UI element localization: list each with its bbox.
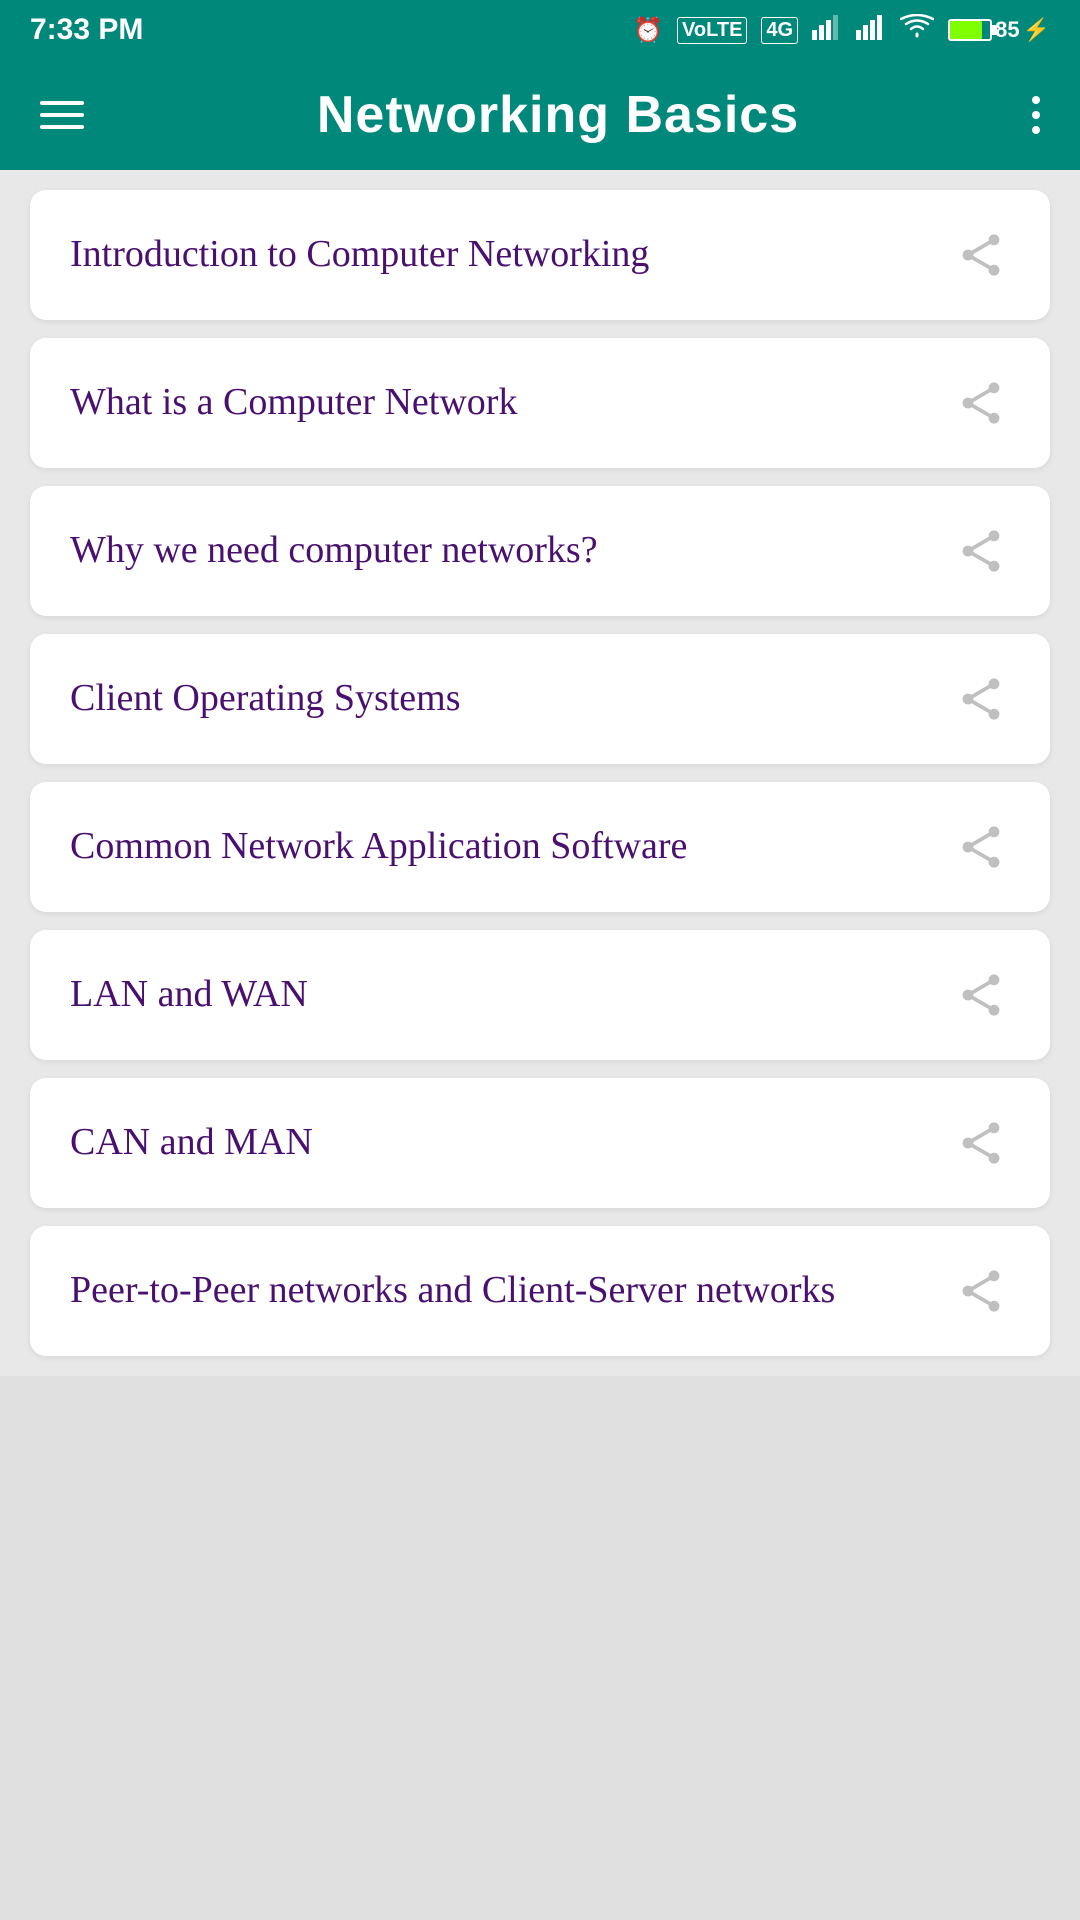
list-item[interactable]: What is a Computer Network xyxy=(30,338,1050,468)
menu-button[interactable] xyxy=(40,101,84,129)
list-item-label: Why we need computer networks? xyxy=(70,525,952,576)
app-header: Networking Basics xyxy=(0,60,1080,170)
list-item-label: What is a Computer Network xyxy=(70,377,952,428)
list-item-label: Introduction to Computer Networking xyxy=(70,229,952,280)
alarm-icon: ⏰ xyxy=(633,16,663,45)
4g-icon: 4G xyxy=(761,17,798,44)
wifi-icon xyxy=(900,14,934,47)
list-item[interactable]: Peer-to-Peer networks and Client-Server … xyxy=(30,1226,1050,1356)
status-time: 7:33 PM xyxy=(30,13,143,47)
arrow-icon xyxy=(952,670,1010,728)
arrow-icon xyxy=(952,1114,1010,1172)
volte-icon: VoLTE xyxy=(677,17,747,44)
arrow-icon xyxy=(952,966,1010,1024)
arrow-icon xyxy=(952,818,1010,876)
list-item-label: Peer-to-Peer networks and Client-Server … xyxy=(70,1265,952,1316)
list-item[interactable]: Introduction to Computer Networking xyxy=(30,190,1050,320)
content-list: Introduction to Computer Networking What… xyxy=(0,170,1080,1376)
status-icons: ⏰ VoLTE 4G xyxy=(633,14,1050,47)
arrow-icon xyxy=(952,522,1010,580)
list-item[interactable]: CAN and MAN xyxy=(30,1078,1050,1208)
more-options-button[interactable] xyxy=(1032,96,1040,134)
list-item[interactable]: Why we need computer networks? xyxy=(30,486,1050,616)
status-bar: 7:33 PM ⏰ VoLTE 4G xyxy=(0,0,1080,60)
list-item[interactable]: LAN and WAN xyxy=(30,930,1050,1060)
list-item-label: Common Network Application Software xyxy=(70,821,952,872)
list-item-label: Client Operating Systems xyxy=(70,673,952,724)
arrow-icon xyxy=(952,1262,1010,1320)
app-title: Networking Basics xyxy=(317,85,799,145)
list-item[interactable]: Client Operating Systems xyxy=(30,634,1050,764)
signal-icon-2 xyxy=(856,14,886,47)
arrow-icon xyxy=(952,226,1010,284)
arrow-icon xyxy=(952,374,1010,432)
list-item-label: LAN and WAN xyxy=(70,969,952,1020)
list-item-label: CAN and MAN xyxy=(70,1117,952,1168)
list-item[interactable]: Common Network Application Software xyxy=(30,782,1050,912)
signal-icon-1 xyxy=(812,14,842,47)
battery-icon: 85 ⚡ xyxy=(948,17,1050,43)
